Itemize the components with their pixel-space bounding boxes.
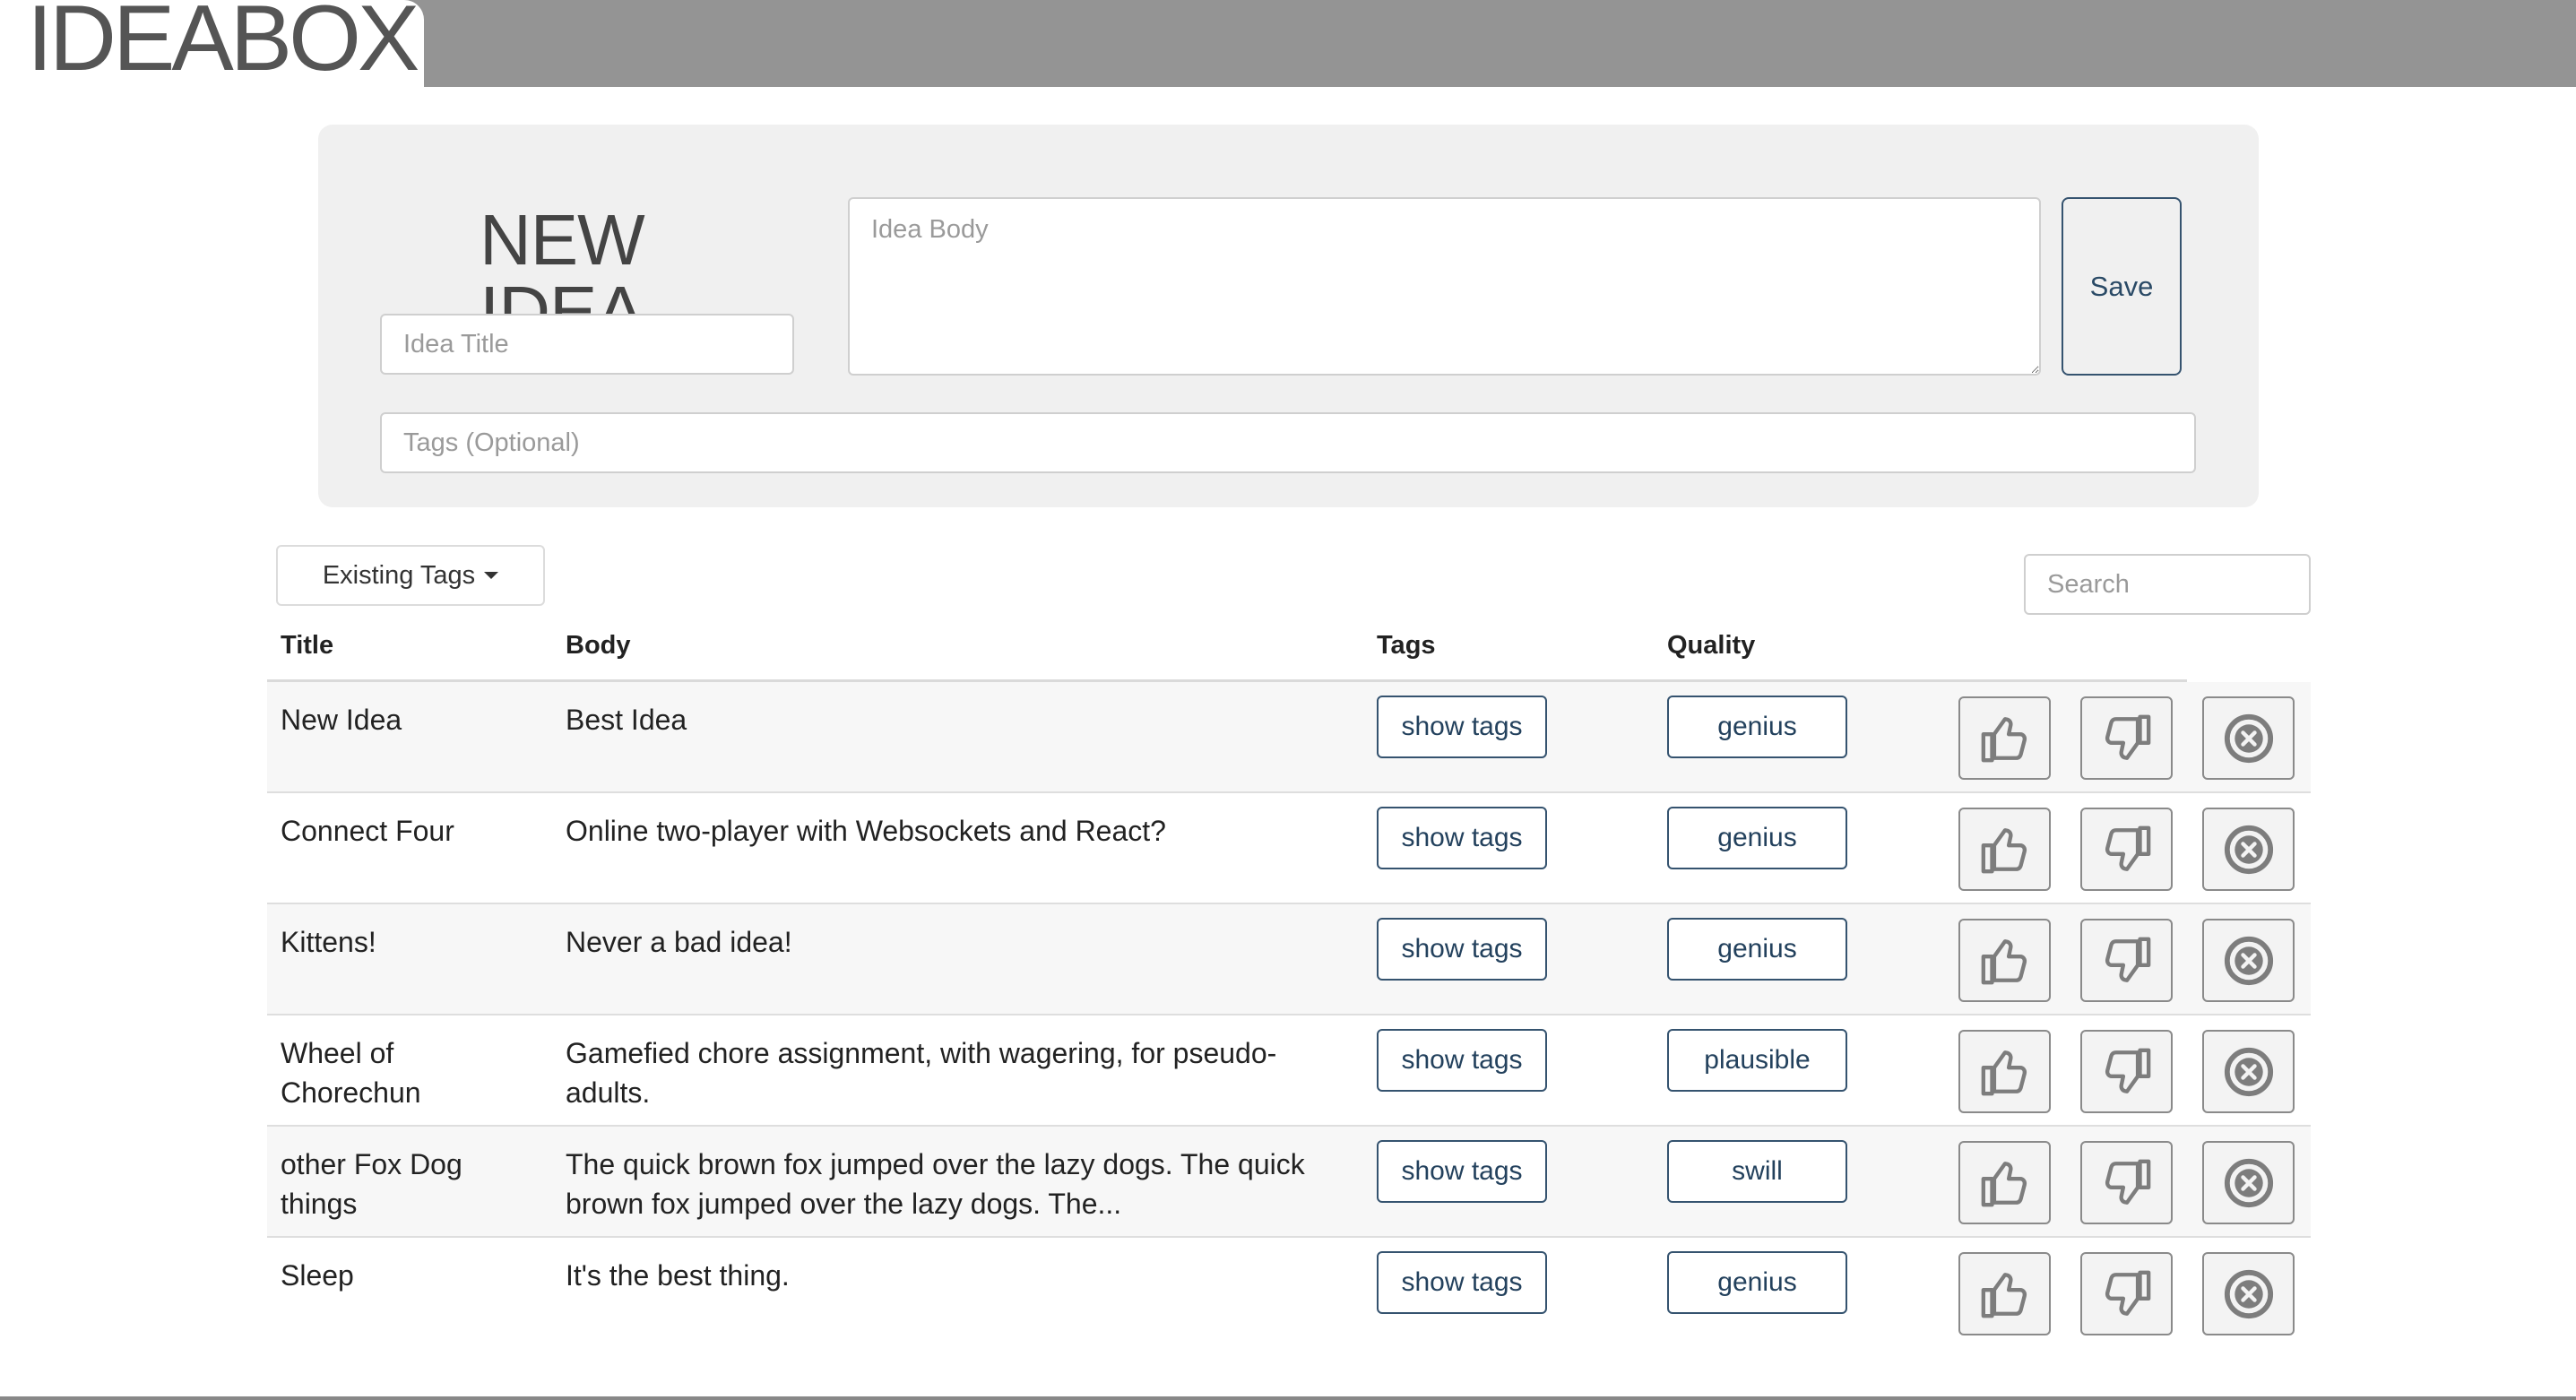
caret-down-icon [484, 572, 499, 579]
upvote-button[interactable] [1958, 696, 2051, 780]
idea-body: Gamefied chore assignment, with wagering… [566, 1037, 1277, 1109]
idea-title: New Idea [281, 704, 402, 736]
show-tags-button[interactable]: show tags [1377, 807, 1547, 869]
x-circle-icon [2224, 713, 2273, 763]
idea-body: Best Idea [566, 704, 687, 736]
upvote-button[interactable] [1958, 1141, 2051, 1224]
x-circle-icon [2224, 1158, 2273, 1207]
upvote-button[interactable] [1958, 919, 2051, 1002]
column-header-quality: Quality [1667, 631, 1756, 660]
page-bottom-edge [0, 1396, 2576, 1400]
thumbs-down-icon [2105, 1159, 2150, 1205]
table-row: Kittens! Never a bad idea! show tags gen… [267, 904, 2311, 1015]
column-header-tags: Tags [1377, 631, 1436, 660]
table-row: New Idea Best Idea show tags genius [267, 682, 2311, 793]
thumbs-up-icon [1981, 716, 2027, 762]
table-row: Wheel of Chorechun Gamefied chore assign… [267, 1015, 2311, 1127]
thumbs-down-icon [2105, 714, 2150, 760]
show-tags-button[interactable]: show tags [1377, 1029, 1547, 1092]
app-logo: IDEABOX [27, 0, 419, 91]
delete-button[interactable] [2202, 1141, 2295, 1224]
downvote-button[interactable] [2080, 808, 2173, 891]
show-tags-button[interactable]: show tags [1377, 1251, 1547, 1314]
search-input[interactable] [2024, 554, 2311, 615]
x-circle-icon [2224, 936, 2273, 985]
delete-button[interactable] [2202, 808, 2295, 891]
quality-button[interactable]: plausible [1667, 1029, 1847, 1092]
quality-button[interactable]: genius [1667, 696, 1847, 758]
thumbs-down-icon [2105, 825, 2150, 871]
thumbs-up-icon [1981, 1050, 2027, 1095]
thumbs-down-icon [2105, 1048, 2150, 1093]
quality-button[interactable]: genius [1667, 1251, 1847, 1314]
downvote-button[interactable] [2080, 1141, 2173, 1224]
delete-button[interactable] [2202, 919, 2295, 1002]
thumbs-up-icon [1981, 1272, 2027, 1318]
idea-body: It's the best thing. [566, 1259, 790, 1292]
downvote-button[interactable] [2080, 1252, 2173, 1335]
column-header-title: Title [281, 631, 334, 660]
idea-body: Online two-player with Websockets and Re… [566, 815, 1166, 847]
downvote-button[interactable] [2080, 919, 2173, 1002]
downvote-button[interactable] [2080, 696, 2173, 780]
quality-button[interactable]: genius [1667, 807, 1847, 869]
upvote-button[interactable] [1958, 1030, 2051, 1113]
idea-title: other Fox Dog things [281, 1148, 462, 1220]
upvote-button[interactable] [1958, 808, 2051, 891]
upvote-button[interactable] [1958, 1252, 2051, 1335]
show-tags-button[interactable]: show tags [1377, 696, 1547, 758]
x-circle-icon [2224, 1047, 2273, 1096]
thumbs-up-icon [1981, 938, 2027, 984]
x-circle-icon [2224, 825, 2273, 874]
downvote-button[interactable] [2080, 1030, 2173, 1113]
delete-button[interactable] [2202, 696, 2295, 780]
idea-title: Sleep [281, 1259, 354, 1292]
column-header-body: Body [566, 631, 631, 660]
idea-body-input[interactable] [848, 197, 2041, 376]
thumbs-down-icon [2105, 937, 2150, 982]
existing-tags-dropdown[interactable]: Existing Tags [276, 545, 545, 606]
table-row: other Fox Dog things The quick brown fox… [267, 1127, 2311, 1238]
delete-button[interactable] [2202, 1252, 2295, 1335]
table-row: Connect Four Online two-player with Webs… [267, 793, 2311, 904]
existing-tags-label: Existing Tags [322, 560, 476, 590]
idea-title: Kittens! [281, 926, 376, 958]
quality-button[interactable]: swill [1667, 1140, 1847, 1203]
delete-button[interactable] [2202, 1030, 2295, 1113]
tags-input[interactable] [380, 412, 2196, 473]
logo-tab: IDEABOX [0, 0, 424, 91]
x-circle-icon [2224, 1269, 2273, 1318]
idea-body: The quick brown fox jumped over the lazy… [566, 1148, 1305, 1220]
save-button[interactable]: Save [2062, 197, 2182, 376]
idea-title: Wheel of Chorechun [281, 1037, 421, 1109]
thumbs-up-icon [1981, 1161, 2027, 1206]
show-tags-button[interactable]: show tags [1377, 918, 1547, 981]
thumbs-up-icon [1981, 827, 2027, 873]
table-row: Sleep It's the best thing. show tags gen… [267, 1238, 2311, 1349]
idea-title: Connect Four [281, 815, 454, 847]
quality-button[interactable]: genius [1667, 918, 1847, 981]
show-tags-button[interactable]: show tags [1377, 1140, 1547, 1203]
idea-body: Never a bad idea! [566, 926, 792, 958]
thumbs-down-icon [2105, 1270, 2150, 1316]
idea-title-input[interactable] [380, 314, 794, 375]
